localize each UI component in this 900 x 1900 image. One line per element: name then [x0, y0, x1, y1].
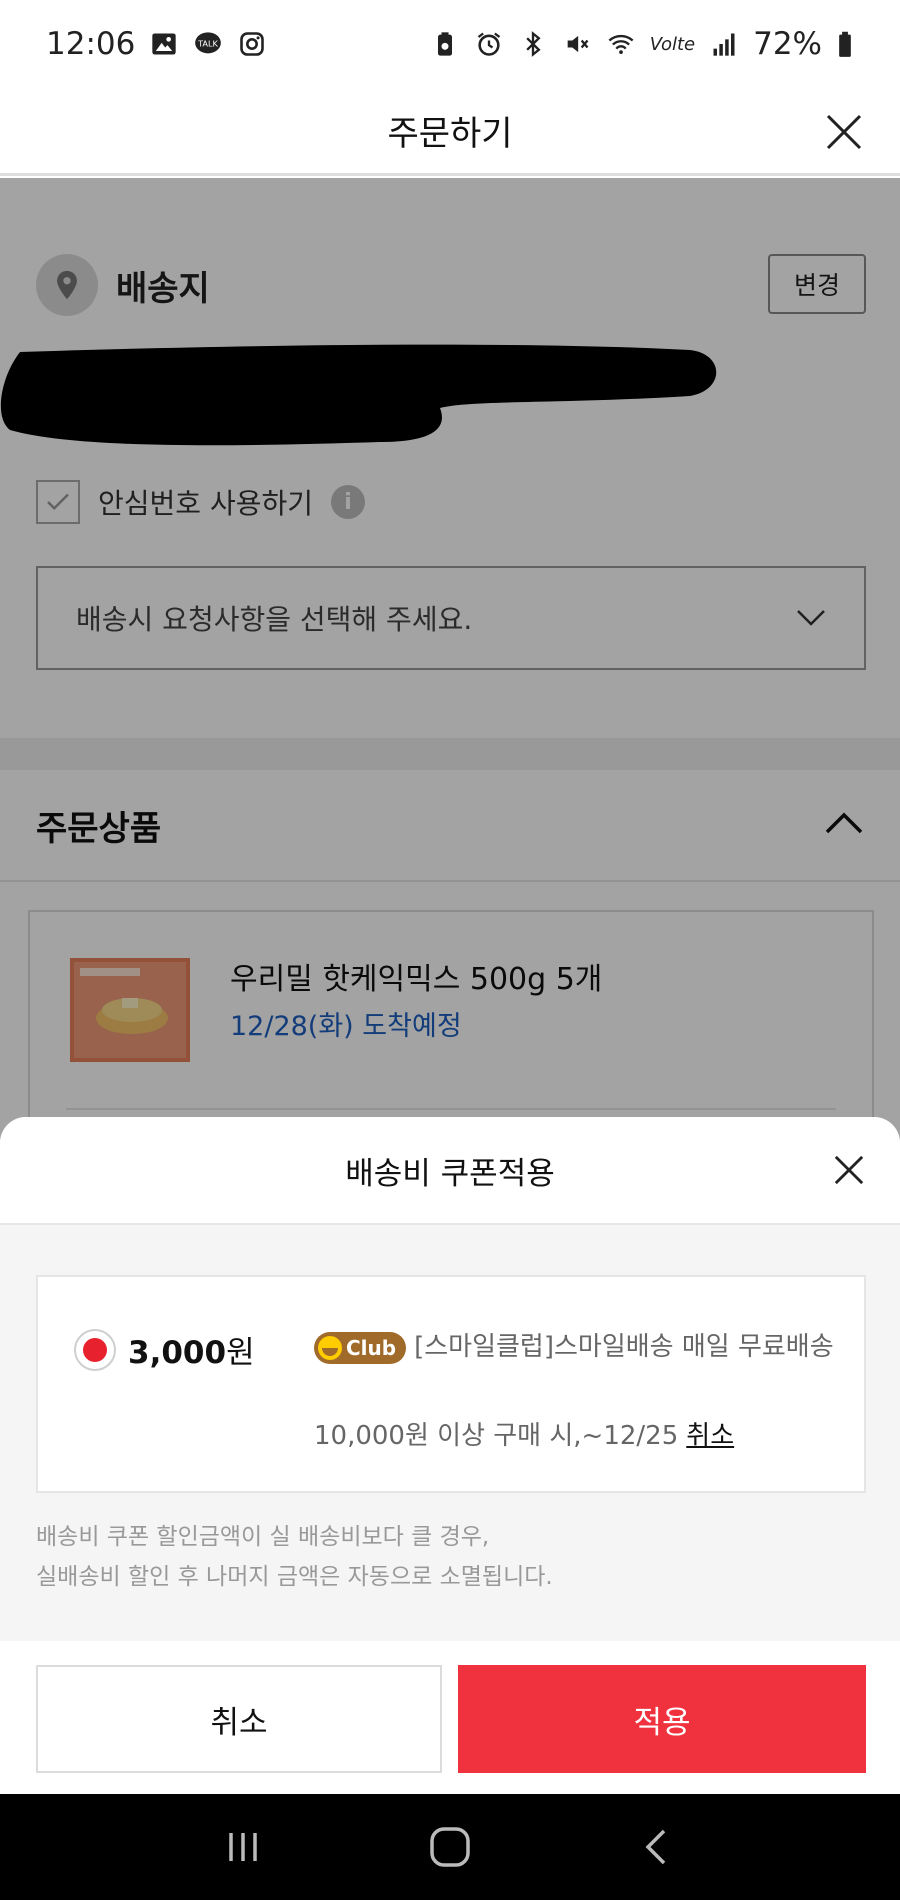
alarm-icon: [474, 29, 504, 59]
coupon-amount-number: 3,000: [128, 1335, 227, 1371]
signal-icon: [709, 29, 739, 59]
cancel-button[interactable]: 취소: [36, 1665, 442, 1773]
coupon-condition: 10,000원 이상 구매 시,~12/25: [314, 1421, 679, 1451]
page-header: 주문하기: [0, 88, 900, 176]
wifi-icon: [606, 29, 636, 59]
coupon-amount: 3,000원: [128, 1327, 255, 1372]
svg-text:TALK: TALK: [197, 38, 218, 48]
coupon-note-line1: 배송비 쿠폰 할인금액이 실 배송비보다 클 경우,: [36, 1524, 490, 1550]
status-bar: 12:06 TALK Volte 72%: [0, 0, 900, 88]
volte-label: Volte: [649, 33, 696, 55]
page-title: 주문하기: [387, 114, 513, 154]
modal-overlay[interactable]: [0, 178, 900, 1178]
back-icon[interactable]: [627, 1817, 687, 1877]
coupon-cancel-link[interactable]: 취소: [686, 1421, 734, 1451]
coupon-option[interactable]: 3,000원 Club [스마일클럽]스마일배송 매일 무료배송 10,000원 …: [36, 1275, 866, 1493]
recent-apps-icon[interactable]: [213, 1817, 273, 1877]
coupon-note-line2: 실배송비 할인 후 나머지 금액은 자동으로 소멸됩니다.: [36, 1564, 553, 1590]
bluetooth-icon: [518, 29, 548, 59]
club-badge: Club: [314, 1331, 407, 1364]
club-badge-label: Club: [346, 1335, 397, 1360]
gallery-icon: [149, 29, 179, 59]
shipping-coupon-sheet: 배송비 쿠폰적용 3,000원 Club [스마일클럽]스마일배송 매일 무료배송…: [0, 1117, 900, 1794]
battery-percent: 72%: [753, 26, 822, 62]
home-icon[interactable]: [420, 1817, 480, 1877]
instagram-icon: [237, 29, 267, 59]
coupon-description: Club [스마일클럽]스마일배송 매일 무료배송: [314, 1325, 834, 1369]
coupon-condition-row: 10,000원 이상 구매 시,~12/25 취소: [314, 1415, 734, 1452]
kakaotalk-icon: TALK: [193, 29, 223, 59]
coupon-note: 배송비 쿠폰 할인금액이 실 배송비보다 클 경우, 실배송비 할인 후 나머지…: [36, 1517, 553, 1597]
sheet-title: 배송비 쿠폰적용: [345, 1155, 555, 1192]
status-time: 12:06: [46, 26, 136, 62]
coupon-description-text: [스마일클럽]스마일배송 매일 무료배송: [414, 1332, 834, 1362]
coupon-radio[interactable]: [74, 1329, 116, 1371]
battery-icon: [836, 29, 854, 59]
battery-saver-icon: [430, 29, 460, 59]
coupon-amount-unit: 원: [226, 1335, 255, 1371]
smile-icon: [318, 1335, 342, 1360]
sheet-header: 배송비 쿠폰적용: [0, 1117, 900, 1225]
sheet-close-icon[interactable]: [826, 1147, 872, 1193]
mute-icon: [562, 29, 592, 59]
apply-button[interactable]: 적용: [458, 1665, 866, 1773]
system-nav-bar: [0, 1794, 900, 1900]
close-icon[interactable]: [818, 106, 870, 158]
radio-selected-dot: [83, 1338, 107, 1362]
sheet-footer: 취소 적용: [0, 1641, 900, 1794]
